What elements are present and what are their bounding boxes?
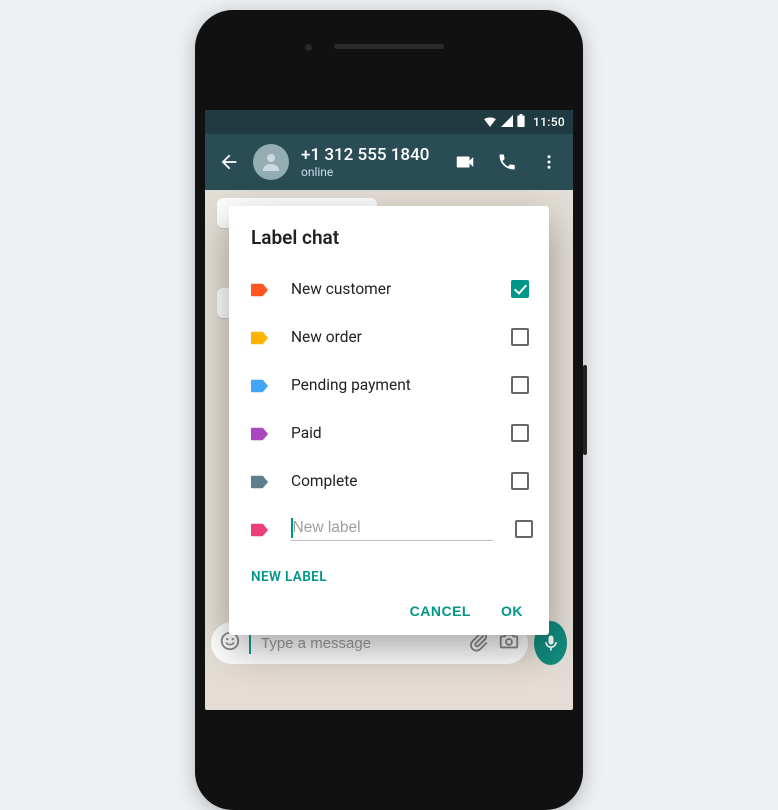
label-checkbox[interactable] bbox=[511, 424, 529, 442]
label-row[interactable]: Pending payment bbox=[251, 361, 533, 409]
new-label-input-wrap[interactable] bbox=[291, 518, 493, 541]
label-name: New order bbox=[291, 328, 489, 346]
dialog-backdrop: Label chat New customer New order Pending … bbox=[205, 110, 573, 710]
label-row[interactable]: New customer bbox=[251, 265, 533, 313]
tag-icon bbox=[251, 330, 269, 344]
dialog-title: Label chat bbox=[251, 226, 533, 249]
dialog-actions: CANCEL OK bbox=[251, 603, 533, 625]
label-name: Paid bbox=[291, 424, 489, 442]
label-chat-dialog: Label chat New customer New order Pending … bbox=[229, 206, 549, 635]
tag-icon bbox=[251, 426, 269, 440]
tag-icon bbox=[251, 378, 269, 392]
new-label-row bbox=[251, 505, 533, 553]
tag-icon bbox=[251, 474, 269, 488]
new-label-button[interactable]: NEW LABEL bbox=[251, 569, 533, 585]
label-name: Pending payment bbox=[291, 376, 489, 394]
label-checkbox[interactable] bbox=[511, 472, 529, 490]
label-checkbox[interactable] bbox=[511, 280, 529, 298]
label-name: New customer bbox=[291, 280, 489, 298]
label-row[interactable]: Paid bbox=[251, 409, 533, 457]
new-label-input[interactable] bbox=[293, 519, 493, 537]
label-name: Complete bbox=[291, 472, 489, 490]
label-row[interactable]: New order bbox=[251, 313, 533, 361]
ok-button[interactable]: OK bbox=[501, 603, 523, 619]
tag-icon bbox=[251, 522, 269, 536]
label-row[interactable]: Complete bbox=[251, 457, 533, 505]
new-label-checkbox[interactable] bbox=[515, 520, 533, 538]
tag-icon bbox=[251, 282, 269, 296]
label-checkbox[interactable] bbox=[511, 328, 529, 346]
screen: 11:50 +1 312 555 1840 online bbox=[205, 110, 573, 710]
side-button bbox=[583, 365, 587, 455]
phone-frame: 11:50 +1 312 555 1840 online bbox=[195, 10, 583, 810]
cancel-button[interactable]: CANCEL bbox=[410, 603, 471, 619]
label-checkbox[interactable] bbox=[511, 376, 529, 394]
